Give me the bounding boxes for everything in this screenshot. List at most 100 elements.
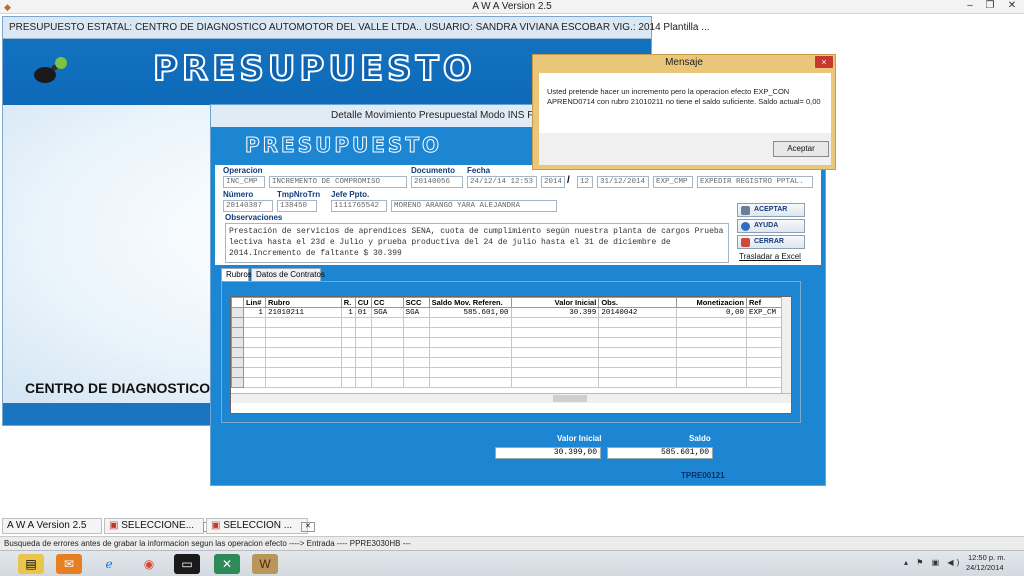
message-button-area: Aceptar [539, 133, 831, 165]
table-row[interactable] [231, 357, 791, 368]
month-field[interactable]: 12 [577, 176, 593, 188]
aceptar-icon [741, 206, 750, 215]
table-row[interactable] [231, 337, 791, 348]
cerrar-button[interactable]: CERRAR [737, 235, 805, 249]
cell-scc[interactable]: SGA [402, 307, 430, 318]
windows-taskbar: ▤ ✉ ℯ ◉ ▭ ✕ W ▴ ⚑ ▣ ◀) 12:50 p. m. 24/12… [0, 550, 1024, 576]
grid-vertical-scrollbar[interactable] [781, 297, 791, 393]
tab-rubros[interactable]: Rubros [221, 268, 252, 282]
table-row[interactable] [231, 347, 791, 358]
fecha-fin-field[interactable]: 31/12/2014 [597, 176, 649, 188]
table-row[interactable]: 1 21010211 1 01 SGA SGA 585.601,00 30.39… [231, 307, 791, 318]
fecha-label: Fecha [467, 166, 491, 175]
operacion-label: Operacion [223, 166, 263, 175]
year-field[interactable]: 2014 [541, 176, 565, 188]
col-monetizacion[interactable]: Monetizacion [676, 297, 747, 308]
outlook-icon[interactable]: ✉ [56, 554, 82, 574]
cell-r[interactable]: 1 [340, 307, 356, 318]
cell-obs[interactable]: 20140042 [598, 307, 678, 318]
col-cu[interactable]: CU [354, 297, 372, 308]
window-tab-close-icon[interactable]: ✕ [300, 522, 315, 532]
detail-logo-text: PRESUPUESTO [245, 133, 442, 158]
system-tray-icons[interactable]: ▴ ⚑ ▣ ◀) [904, 558, 962, 567]
minimize-button[interactable]: – [960, 0, 980, 13]
cell-lin[interactable]: 1 [242, 307, 266, 318]
form-id-label: TPRE00121 [681, 471, 725, 480]
internet-explorer-icon[interactable]: ℯ [96, 554, 122, 574]
valor-inicial-total-label: Valor Inicial [557, 434, 602, 443]
awa-app-icon[interactable]: W [252, 554, 278, 574]
status-bar: Busqueda de errores antes de grabar la i… [0, 536, 1024, 550]
window-tab-seleccion-2[interactable]: ▣ SELECCION ... ✕ [206, 518, 315, 534]
col-r[interactable]: R. [340, 297, 356, 308]
col-scc[interactable]: SCC [402, 297, 430, 308]
clock-date[interactable]: 24/12/2014 [966, 563, 1004, 572]
tmpnrotrn-label: TmpNroTrn [277, 190, 321, 199]
message-close-button[interactable]: × [815, 56, 833, 68]
ayuda-label: AYUDA [754, 222, 779, 229]
window-icon: ▣ [109, 520, 119, 531]
col-rubro[interactable]: Rubro [264, 297, 342, 308]
aceptar-button[interactable]: ACEPTAR [737, 203, 805, 217]
window-tab-label: SELECCION ... [223, 520, 293, 531]
window-tab-seleccione-1[interactable]: ▣ SELECCIONE... ✕ [104, 518, 217, 534]
saldo-total-field[interactable]: 585.601,00 [607, 447, 713, 459]
col-saldo-mov[interactable]: Saldo Mov. Referen. [428, 297, 512, 308]
table-row[interactable] [231, 377, 791, 388]
message-dialog-title: Mensaje [665, 57, 703, 68]
col-valor-inicial[interactable]: Valor Inicial [510, 297, 600, 308]
valor-inicial-total-field[interactable]: 30.399,00 [495, 447, 601, 459]
clock-time[interactable]: 12:50 p. m. [968, 553, 1006, 562]
close-icon [741, 238, 750, 247]
grid-horizontal-scrollbar[interactable] [231, 393, 791, 403]
saldo-total-label: Saldo [689, 434, 711, 443]
tab-datos-contratos[interactable]: Datos de Contratos [251, 268, 325, 282]
jefe-nombre-field[interactable]: MORENO ARANGO YARA ALEJANDRA [391, 200, 557, 212]
cell-saldo-mov[interactable]: 585.601,00 [428, 307, 512, 318]
rubros-grid[interactable]: Lin# Rubro R. CU CC SCC Saldo Mov. Refer… [230, 296, 792, 414]
key-logo-icon [34, 57, 67, 83]
window-icon: ▣ [211, 520, 221, 531]
grid-scroll-thumb[interactable] [553, 395, 587, 402]
cell-valor-inicial[interactable]: 30.399 [510, 307, 600, 318]
main-window-title: PRESUPUESTO ESTATAL: CENTRO DE DIAGNOSTI… [9, 22, 710, 33]
observaciones-textarea[interactable]: Prestación de servicios de aprendices SE… [225, 223, 729, 263]
rubros-panel: Lin# Rubro R. CU CC SCC Saldo Mov. Refer… [221, 281, 801, 423]
window-tab-awa[interactable]: A W A Version 2.5 [2, 518, 102, 534]
table-row[interactable] [231, 317, 791, 328]
numero-field[interactable]: 20140387 [223, 200, 273, 212]
row-header-cell[interactable] [231, 307, 244, 318]
grid-row-header-corner [231, 297, 244, 308]
message-ok-button[interactable]: Aceptar [773, 141, 829, 157]
excel-icon[interactable]: ✕ [214, 554, 240, 574]
file-explorer-icon[interactable]: ▤ [18, 554, 44, 574]
ayuda-button[interactable]: AYUDA [737, 219, 805, 233]
table-row[interactable] [231, 327, 791, 338]
grid-header-row: Lin# Rubro R. CU CC SCC Saldo Mov. Refer… [231, 297, 791, 308]
jefe-id-field[interactable]: 1111765542 [331, 200, 387, 212]
col-cc[interactable]: CC [370, 297, 404, 308]
chrome-icon[interactable]: ◉ [136, 554, 162, 574]
cell-monetizacion[interactable]: 0,00 [676, 307, 747, 318]
trasladar-excel-button[interactable]: Trasladar a Excel [739, 252, 801, 261]
cell-cu[interactable]: 01 [354, 307, 372, 318]
close-app-button[interactable]: ✕ [1002, 0, 1022, 13]
message-text: Usted pretende hacer un incremento pero … [547, 87, 821, 106]
restore-button[interactable]: ❐ [980, 0, 1000, 13]
message-dialog: Mensaje × Usted pretende hacer un increm… [532, 54, 836, 170]
col-lin[interactable]: Lin# [242, 297, 266, 308]
operacion-code-field[interactable]: INC_CMP [223, 176, 265, 188]
documento-field[interactable]: 20140056 [411, 176, 463, 188]
codigo-field[interactable]: EXP_CMP [653, 176, 693, 188]
cell-cc[interactable]: SGA [370, 307, 404, 318]
tmpnrotrn-field[interactable]: 138450 [277, 200, 317, 212]
terminal-icon[interactable]: ▭ [174, 554, 200, 574]
fecha-field[interactable]: 24/12/14 12:53 [467, 176, 537, 188]
window-tab-label: SELECCIONE... [121, 520, 195, 531]
codigo-desc-field[interactable]: EXPEDIR REGISTRO PPTAL. [697, 176, 813, 188]
cell-rubro[interactable]: 21010211 [264, 307, 342, 318]
table-row[interactable] [231, 367, 791, 378]
jefe-ppto-label: Jefe Ppto. [331, 190, 370, 199]
operacion-desc-field[interactable]: INCREMENTO DE COMPROMISO [269, 176, 407, 188]
col-obs[interactable]: Obs. [598, 297, 678, 308]
